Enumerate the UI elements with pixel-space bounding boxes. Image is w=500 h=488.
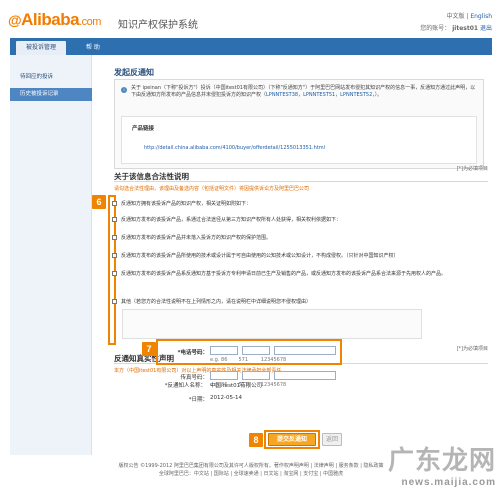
legality-option-3: 反通知方发布的该投诉产品所使用的技术或设计属于可自由使用的公知技术或公知设计，不… xyxy=(121,253,399,259)
sidebar-item-history[interactable]: 历史被投诉记录 xyxy=(10,88,92,101)
legality-intro-row: 反通知方拥有该投诉产品的知识产权，相关证明如附如下： xyxy=(112,201,484,207)
fax-number-input[interactable] xyxy=(274,371,336,380)
alibaba-logo[interactable]: @Alibaba.com xyxy=(8,10,118,32)
fax-country-input[interactable] xyxy=(210,371,238,380)
fax-label: 传真号码： xyxy=(180,375,208,381)
main-content: 发起反通知 i 关于 ipeinan（下称"投诉方"）投诉（中国itest01有… xyxy=(92,55,492,455)
legality-option-row-1: 反通知方发布的该投诉产品，系通过合法途径从第三方知识产权所有人处获得，相关权利依… xyxy=(112,217,484,223)
phone-number-input[interactable] xyxy=(274,346,336,355)
fax-hint: e.g. 86 571 12345678 xyxy=(210,382,287,388)
legality-option-row-3: 反通知方发布的该投诉产品所使用的技术或设计属于可自由使用的公知技术或公知设计，不… xyxy=(112,253,484,259)
lang-sep: | xyxy=(466,13,469,20)
page-title: 发起反通知 xyxy=(114,68,154,77)
date-label: *日期： xyxy=(188,397,208,403)
submit-counter-notice-button[interactable]: 提交反通知 xyxy=(268,433,316,446)
step-marker-7: 7 xyxy=(142,342,156,356)
step-marker-8: 8 xyxy=(249,433,263,447)
logo-domain: .com xyxy=(79,16,101,28)
account-label: 您的账号： xyxy=(420,25,451,32)
legality-option-row-5: 其他（若您方的合法性说明不在上列情形之内，请在说明栏中详细说明您不侵权理由） xyxy=(112,299,484,305)
phone-area-input[interactable] xyxy=(242,346,270,355)
legality-option-5: 其他（若您方的合法性说明不在上列情形之内，请在说明栏中详细说明您不侵权理由） xyxy=(121,299,312,305)
checkbox-public-tech[interactable] xyxy=(112,253,117,258)
checkbox-own-ip[interactable] xyxy=(112,201,117,206)
main-navbar: 被投诉管理 帮 助 xyxy=(10,38,492,55)
lang-cn-link[interactable]: 中文版 xyxy=(446,13,464,20)
legality-option-1: 反通知方发布的该投诉产品，系通过合法途径从第三方知识产权所有人处获得，相关权利依… xyxy=(121,217,342,223)
legality-divider xyxy=(114,181,488,182)
system-title: 知识产权保护系统 xyxy=(118,20,198,31)
legality-explanation-textarea[interactable] xyxy=(122,309,422,339)
checkbox-other[interactable] xyxy=(112,299,117,304)
notice-end: ）。 xyxy=(374,92,383,98)
checkbox-legal-source[interactable] xyxy=(112,217,117,222)
info-icon: i xyxy=(121,87,127,93)
signer-label: *反通知人名称： xyxy=(164,383,206,389)
back-button[interactable]: 返回 xyxy=(322,433,342,446)
phone-country-input[interactable] xyxy=(210,346,238,355)
sidebar-item-pending[interactable]: 待回应的投诉 xyxy=(10,71,92,84)
legality-intro: 反通知方拥有该投诉产品的知识产权，相关证明如附如下： xyxy=(121,201,252,207)
product-link-url[interactable]: http://detail.china.alibaba.com/4100/buy… xyxy=(144,145,325,151)
notice-text: 关于 ipeinan（下称"投诉方"）投诉（中国itest01有限公司）（下称"… xyxy=(131,85,479,99)
logo-icon: @ xyxy=(8,12,22,28)
step-marker-6: 6 xyxy=(92,195,106,209)
phone-hint: e.g. 86 571 12345678 xyxy=(210,357,287,363)
legality-option-2: 反通知方发布的该投诉产品并未落入投诉方的知识产权的保护范围。 xyxy=(121,235,272,241)
required-note-top: [*]为必填项目 xyxy=(456,166,488,172)
top-right-links: 中文版 | English 您的账号： jitest01 退出 xyxy=(420,11,492,35)
date-value: 2012-05-14 xyxy=(210,395,242,401)
checkbox-prior-use[interactable] xyxy=(112,271,117,276)
notice-offer-links[interactable]: LPNNTEST38，LPNNTEST51，LPNNTEST52， xyxy=(266,92,375,98)
notice-box: i 关于 ipeinan（下称"投诉方"）投诉（中国itest01有限公司）（下… xyxy=(114,79,484,169)
product-link-label: 产品链接 xyxy=(132,126,155,132)
legality-option-row-2: 反通知方发布的该投诉产品并未落入投诉方的知识产权的保护范围。 xyxy=(112,235,484,241)
sidebar: 待回应的投诉 历史被投诉记录 xyxy=(10,55,92,455)
logout-link[interactable]: 退出 xyxy=(480,25,492,32)
required-note-mid: [*]为必填项目 xyxy=(456,346,488,352)
account-value: jitest01 xyxy=(452,25,479,32)
watermark-en: news.maijia.com xyxy=(401,477,496,488)
legality-hint: 请勾选合法性理由，该理由及备选内容（包括证明文件）将因提供诉讼方及阿里巴巴公司 xyxy=(114,186,310,192)
checkbox-not-in-scope[interactable] xyxy=(112,235,117,240)
fax-area-input[interactable] xyxy=(242,371,270,380)
tab-help[interactable]: 帮 助 xyxy=(76,41,110,55)
product-link-box: 产品链接 http://detail.china.alibaba.com/410… xyxy=(121,116,477,164)
watermark: 广东龙网 news.maijia.com xyxy=(388,440,496,488)
lang-en-link[interactable]: English xyxy=(470,13,492,20)
phone-label: *电话号码： xyxy=(177,350,208,356)
watermark-cn: 广东龙网 xyxy=(387,446,496,476)
tab-complaint-management[interactable]: 被投诉管理 xyxy=(16,41,67,55)
legality-option-4: 反通知方发布的该投诉产品系反通知方基于投诉方专利申请日前已生产及销售的产品，或反… xyxy=(121,271,447,277)
logo-text: Alibaba xyxy=(21,10,80,29)
legality-option-row-4: 反通知方发布的该投诉产品系反通知方基于投诉方专利申请日前已生产及销售的产品，或反… xyxy=(112,271,484,277)
